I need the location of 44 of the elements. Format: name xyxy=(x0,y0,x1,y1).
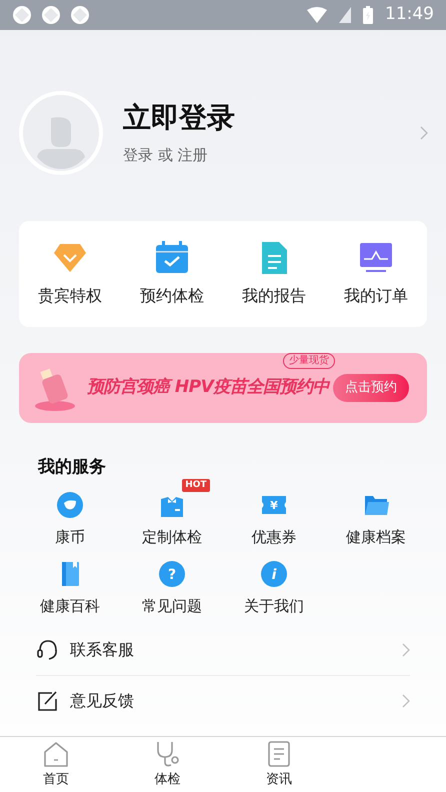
notification-icon xyxy=(70,5,90,25)
service-label[interactable]: 健康百科 xyxy=(40,595,100,618)
vaccine-banner[interactable]: 少量现货 预防宫颈癌 HPV疫苗全国预约中 点击预约 xyxy=(19,353,427,423)
login-subtitle[interactable]: 登录 或 注册 xyxy=(123,144,235,166)
wifi-icon xyxy=(307,7,327,23)
no-sim-icon xyxy=(339,7,351,23)
home-icon xyxy=(42,740,70,768)
menu-label: 联系客服 xyxy=(70,639,134,661)
service-label[interactable]: 康币 xyxy=(55,526,85,548)
edit-icon xyxy=(36,688,60,712)
stock-tag: 少量现货 xyxy=(282,353,335,370)
login-title[interactable]: 立即登录 xyxy=(123,100,235,136)
coin-icon xyxy=(56,490,84,518)
chevron-right-icon xyxy=(402,643,410,657)
clock-time: 11:49 xyxy=(385,3,434,26)
chevron-right-icon xyxy=(402,694,410,708)
hot-badge: HOT xyxy=(182,478,210,492)
menu-row[interactable]: 联系客服 xyxy=(36,626,410,676)
tab-item[interactable]: 首页 xyxy=(0,737,112,792)
calendar-icon xyxy=(154,240,190,276)
menu-label: 意见反馈 xyxy=(70,690,134,712)
info-icon: i xyxy=(260,560,288,588)
notification-icon xyxy=(41,5,61,25)
action-label[interactable]: 贵宾特权 xyxy=(38,284,102,308)
headset-icon xyxy=(36,638,60,662)
book-now-button[interactable]: 点击预约 xyxy=(333,374,409,402)
action-label[interactable]: 我的报告 xyxy=(242,284,306,308)
action-label[interactable]: 我的订单 xyxy=(344,284,408,308)
question-icon: ? xyxy=(158,560,186,588)
service-label[interactable]: 优惠券 xyxy=(252,526,296,548)
menu-row[interactable]: 意见反馈 xyxy=(36,676,410,726)
notification-icon xyxy=(12,5,32,25)
chevron-right-icon[interactable] xyxy=(420,126,428,140)
service-label[interactable]: 常见问题 xyxy=(142,595,202,618)
tab-item[interactable]: 体检 xyxy=(112,737,223,792)
section-title: 我的服务 xyxy=(38,456,107,479)
action-label[interactable]: 预约体检 xyxy=(140,284,204,308)
tab-item[interactable]: 资讯 xyxy=(223,737,334,792)
avatar-icon xyxy=(19,91,103,175)
service-label[interactable]: 关于我们 xyxy=(244,595,304,618)
battery-icon xyxy=(363,6,373,24)
banner-text: 预防宫颈癌 HPV疫苗全国预约中 xyxy=(87,377,329,398)
service-label[interactable]: 健康档案 xyxy=(346,526,406,548)
service-label[interactable]: 定制体检 xyxy=(142,526,202,548)
